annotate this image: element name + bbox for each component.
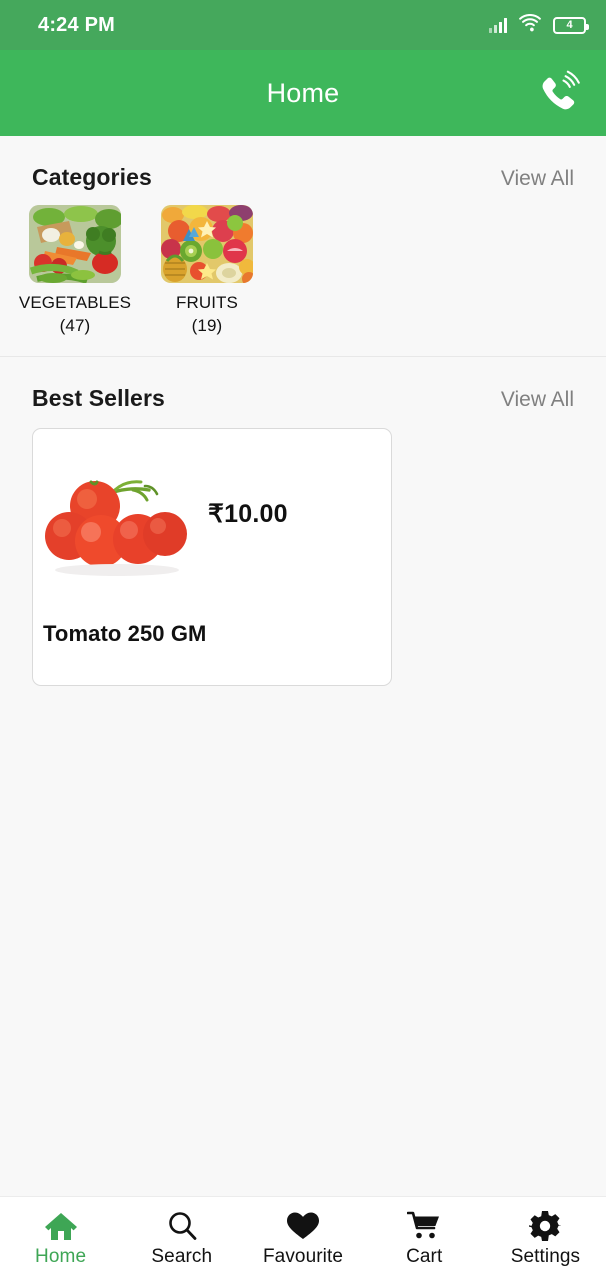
phone-ringing-icon[interactable] [530,66,584,120]
shopping-cart-icon [407,1209,441,1243]
product-card-top: ₹10.00 [33,429,391,599]
product-list: ₹10.00 Tomato 250 GM [0,412,606,686]
bottom-navigation-bar: Home Search Favourite Cart Settings [0,1196,606,1280]
signal-bars-icon [489,17,507,33]
battery-level: 4 [566,18,573,31]
best-sellers-view-all-link[interactable]: View All [501,388,574,412]
best-sellers-header: Best Sellers View All [0,357,606,412]
battery-icon: 4 [553,16,589,34]
page-title: Home [266,77,340,108]
vegetables-photo [29,205,121,283]
product-price: ₹10.00 [208,499,288,528]
nav-label-search: Search [151,1246,213,1267]
category-label-fruits: FRUITS (19) [176,293,238,335]
categories-view-all-link[interactable]: View All [501,167,574,191]
app-screen: 4:24 PM 4 Home Categories View All VEGET… [0,0,606,1280]
nav-item-favourite[interactable]: Favourite [242,1197,363,1280]
categories-list: VEGETABLES (47) FRUITS (19) [0,191,606,338]
category-item-vegetables[interactable]: VEGETABLES (47) [14,205,136,338]
category-item-fruits[interactable]: FRUITS (19) [146,205,268,338]
nav-item-cart[interactable]: Cart [364,1197,485,1280]
category-label-vegetables: VEGETABLES (47) [18,293,132,335]
app-bar: Home [0,50,606,136]
best-sellers-section: Best Sellers View All ₹10.00 Tomato 250 … [0,356,606,686]
product-card[interactable]: ₹10.00 Tomato 250 GM [32,427,392,686]
search-icon [166,1209,198,1243]
home-icon [44,1209,78,1243]
nav-label-favourite: Favourite [262,1246,344,1267]
fruits-photo [161,205,253,283]
status-bar: 4:24 PM 4 [0,0,606,50]
nav-item-settings[interactable]: Settings [485,1197,606,1280]
nav-item-home[interactable]: Home [0,1197,121,1280]
nav-item-search[interactable]: Search [121,1197,242,1280]
nav-label-settings: Settings [510,1246,581,1267]
categories-title: Categories [32,164,152,190]
tomatoes-photo [33,443,208,584]
content-spacer [0,685,606,1196]
categories-header: Categories View All [0,136,606,191]
wifi-icon [518,13,542,37]
status-bar-time: 4:24 PM [38,13,115,36]
best-sellers-title: Best Sellers [32,384,165,411]
gear-icon [529,1209,562,1243]
nav-label-cart: Cart [406,1246,443,1267]
product-name: Tomato 250 GM [43,620,207,646]
categories-section: Categories View All VEGETABLES (47) FRUI… [0,136,606,357]
heart-icon [286,1209,320,1243]
status-bar-icons: 4 [489,13,589,37]
nav-label-home: Home [35,1246,87,1267]
